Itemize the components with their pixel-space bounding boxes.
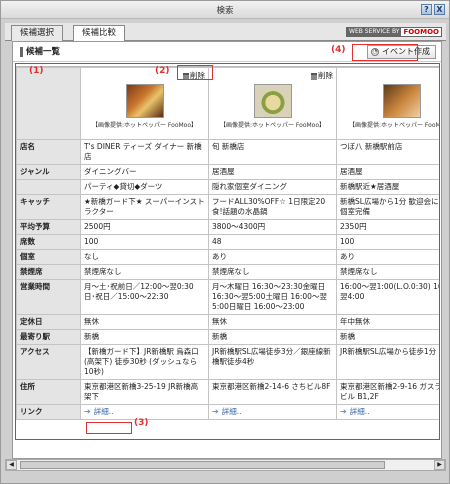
tab-bar: 候補選択 候補比較 WEB SERVICE BY FOOMOO [5, 23, 446, 42]
title-bar: 検索 ? X [1, 1, 449, 19]
annotation-box-delete [177, 65, 213, 80]
annotation-box-event [352, 44, 418, 61]
scroll-right-button[interactable]: ▶ [434, 460, 445, 470]
brand-right: FOOMOO [401, 28, 441, 36]
brand-left: WEB SERVICE BY [347, 28, 402, 36]
tab-candidate-select[interactable]: 候補選択 [11, 25, 64, 41]
close-button[interactable]: X [434, 4, 445, 15]
candidate-list-panel: 候補一覧 ◔ イベント作成 削除 【画像提供:ホットペッパー FooMoo】 削除【… [12, 41, 442, 459]
panel-title: 候補一覧 [20, 47, 60, 57]
scroll-left-button[interactable]: ◀ [6, 460, 17, 470]
foomoo-logo: WEB SERVICE BY FOOMOO [346, 27, 442, 37]
window-title: 検索 [216, 6, 234, 16]
annotation-box-detail [86, 422, 132, 434]
help-button[interactable]: ? [421, 4, 432, 15]
search-window: 検索 ? X 候補選択 候補比較 WEB SERVICE BY FOOMOO 候… [0, 0, 450, 484]
annotation-4: (4) [331, 45, 346, 55]
horizontal-scrollbar[interactable]: ◀ ▶ [5, 459, 446, 471]
status-bar [1, 473, 449, 483]
scroll-thumb[interactable] [20, 461, 385, 469]
tab-candidate-compare[interactable]: 候補比較 [73, 25, 126, 42]
annotation-box-table [15, 63, 440, 440]
